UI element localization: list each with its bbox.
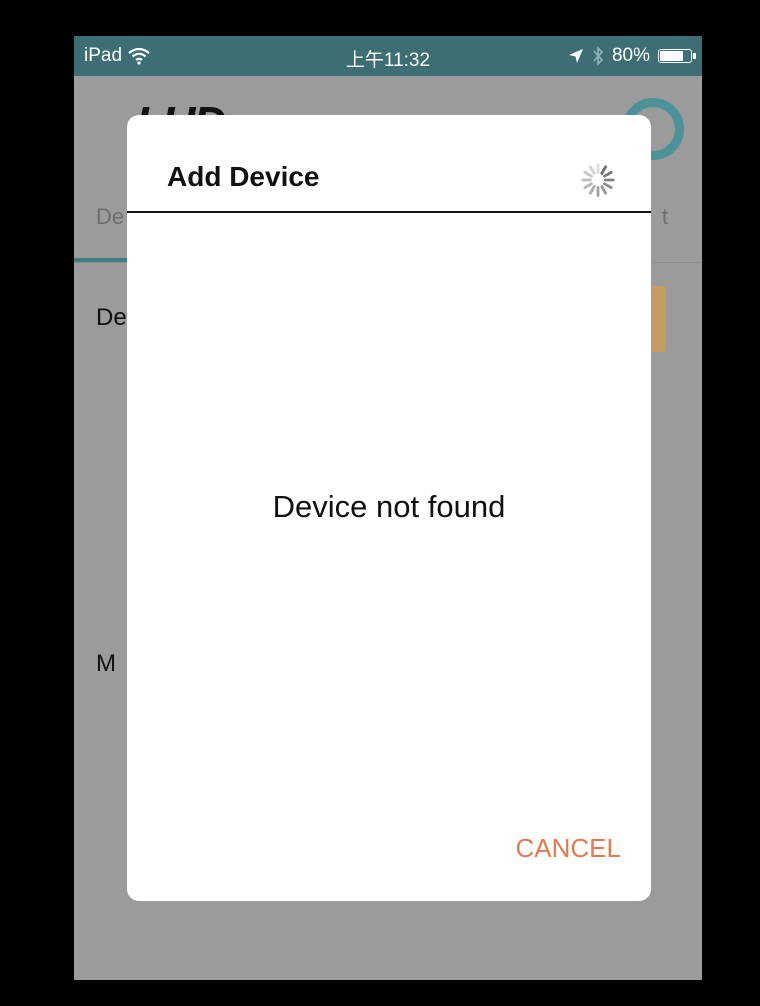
dialog-message: Device not found: [272, 489, 506, 524]
spinner-spoke: [603, 170, 613, 178]
battery-level-fill: [660, 51, 684, 61]
add-device-dialog: Add Device Device not found CANCEL: [127, 115, 651, 901]
tab-right[interactable]: t: [662, 204, 668, 230]
dialog-divider: [127, 211, 651, 213]
spinner-spoke: [583, 182, 593, 190]
status-bar: iPad 上午11:32 80%: [74, 36, 702, 76]
spinner-spoke: [600, 165, 608, 175]
tab-devices[interactable]: De: [96, 204, 124, 230]
spinner-spoke: [600, 185, 608, 195]
list-item-label: M: [96, 650, 116, 677]
battery-percent: 80%: [611, 45, 650, 66]
spinner-spoke: [583, 170, 593, 178]
cancel-button[interactable]: CANCEL: [516, 833, 621, 864]
bluetooth-icon: [593, 46, 604, 66]
loading-spinner-icon: [581, 163, 615, 197]
spinner-spoke: [603, 182, 613, 190]
spinner-spoke: [588, 185, 596, 195]
list-item-label: De: [96, 304, 127, 331]
spinner-spoke: [588, 165, 596, 175]
battery-icon: [658, 49, 696, 63]
dialog-title: Add Device: [167, 161, 320, 192]
location-arrow-icon: [568, 49, 583, 63]
